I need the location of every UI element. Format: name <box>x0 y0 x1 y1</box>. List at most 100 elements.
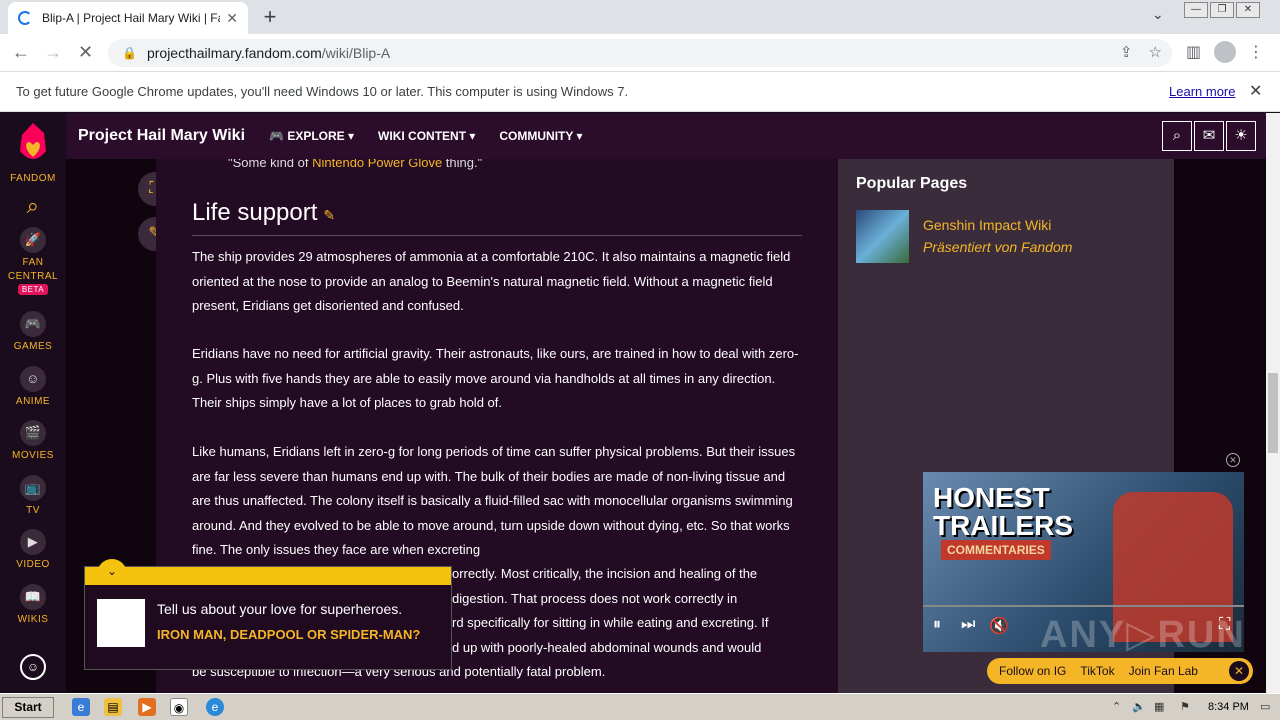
tray-expand-icon[interactable]: ⌃ <box>1112 700 1121 713</box>
tiktok-link[interactable]: TikTok <box>1080 664 1114 678</box>
share-icon[interactable]: ⇪ <box>1120 43 1133 61</box>
mute-icon[interactable]: 🔇 <box>989 616 1009 636</box>
watermark: ANY▷RUN <box>1040 614 1246 656</box>
menu-kebab-icon[interactable]: ⋮ <box>1248 42 1264 62</box>
new-tab-icon[interactable]: + <box>258 4 282 30</box>
explorer-icon[interactable]: ▤ <box>104 698 122 716</box>
video-close-icon[interactable]: ✕ <box>1226 453 1240 467</box>
clapper-icon: 🎬 <box>20 420 46 446</box>
beta-badge: BETA <box>17 284 49 295</box>
quiz-answer[interactable]: IRON MAN, DEADPOOL OR SPIDER-MAN? <box>157 627 437 643</box>
next-icon[interactable]: ⏭ <box>961 616 975 634</box>
address-bar-row: ← → ✕ 🔒 projecthailmary.fandom.com/wiki/… <box>0 34 1280 72</box>
popular-page-link[interactable]: Genshin Impact Wiki <box>923 217 1051 233</box>
wiki-name[interactable]: Project Hail Mary Wiki <box>78 127 245 145</box>
discussions-icon[interactable]: ✉ <box>1194 121 1224 151</box>
paragraph-3-line-c: digestion. That process does not work co… <box>452 591 738 606</box>
nav-tv[interactable]: 📺 TV <box>0 475 66 516</box>
explore-label: EXPLORE <box>287 129 345 143</box>
user-account-icon[interactable]: ☺ <box>20 654 46 680</box>
theme-toggle-icon[interactable]: ☀ <box>1226 121 1256 151</box>
back-icon[interactable]: ← <box>12 42 30 63</box>
forward-icon[interactable]: → <box>44 42 62 63</box>
paragraph-1: The ship provides 29 atmospheres of ammo… <box>192 249 791 313</box>
quote-link[interactable]: Nintendo Power Glove <box>312 159 442 170</box>
scrollbar-thumb[interactable] <box>1268 373 1278 453</box>
popular-page-thumbnail[interactable] <box>856 210 909 263</box>
community-label: COMMUNITY <box>499 129 574 143</box>
window-close-icon[interactable]: ✕ <box>1236 2 1260 18</box>
tab-close-icon[interactable]: ✕ <box>226 10 238 27</box>
url-text: projecthailmary.fandom.com/wiki/Blip-A <box>147 45 390 61</box>
omnibox[interactable]: 🔒 projecthailmary.fandom.com/wiki/Blip-A… <box>108 39 1172 67</box>
paragraph-3-line-b: orrectly. Most critically, the incision … <box>452 566 758 581</box>
bookmark-star-icon[interactable]: ☆ <box>1149 43 1162 61</box>
fandom-logo-icon[interactable] <box>14 121 52 167</box>
profile-avatar[interactable] <box>1214 41 1236 63</box>
fandom-label[interactable]: FANDOM <box>0 173 66 184</box>
rocket-icon: 🚀 <box>20 227 46 253</box>
search-icon[interactable]: ⌕ <box>0 193 66 219</box>
start-button[interactable]: Start <box>2 697 54 718</box>
media-player-icon[interactable]: ▶ <box>138 698 156 716</box>
heading-text: Life support <box>192 199 318 226</box>
wiki-header: Project Hail Mary Wiki 🎮 EXPLORE ▾ WIKI … <box>66 113 1266 159</box>
play-icon: ▶ <box>20 529 46 555</box>
games-label: GAMES <box>13 341 53 352</box>
tab-title: Blip-A | Project Hail Mary Wiki | Fandom <box>42 11 220 25</box>
video-title: HONEST TRAILERS <box>933 484 1073 540</box>
quote-end: thing." <box>442 159 483 170</box>
wikis-label: WIKIS <box>17 614 49 625</box>
anime-label: ANIME <box>15 396 51 407</box>
nav-video[interactable]: ▶ VIDEO <box>0 529 66 570</box>
learn-more-link[interactable]: Learn more <box>1169 84 1235 99</box>
nav-anime[interactable]: ☺ ANIME <box>0 366 66 407</box>
stop-loading-icon[interactable]: ✕ <box>78 42 93 63</box>
nav-games[interactable]: 🎮 GAMES <box>0 311 66 352</box>
quiz-question: Tell us about your love for superheroes. <box>157 601 403 617</box>
infobar-close-icon[interactable]: ✕ <box>1249 81 1262 101</box>
network-icon[interactable]: ▦ <box>1154 700 1164 713</box>
wiki-content-menu[interactable]: WIKI CONTENT ▾ <box>378 129 475 143</box>
edge-icon[interactable]: e <box>206 698 224 716</box>
tv-icon: 📺 <box>20 475 46 501</box>
chrome-icon[interactable]: ◉ <box>170 698 188 716</box>
quiz-image <box>97 599 145 647</box>
nav-movies[interactable]: 🎬 MOVIES <box>0 420 66 461</box>
nav-fan-central[interactable]: 🚀 FAN CENTRAL BETA <box>0 227 66 295</box>
video-progress-bar[interactable] <box>923 605 1244 607</box>
quote-start: "Some kind of <box>228 159 313 170</box>
video-label: VIDEO <box>16 559 50 570</box>
paragraph-3-line-d: rd specifically for sitting in while eat… <box>452 615 769 630</box>
show-desktop-icon[interactable]: ▭ <box>1260 700 1270 713</box>
browser-tab[interactable]: Blip-A | Project Hail Mary Wiki | Fandom… <box>8 2 248 34</box>
quiz-header <box>85 567 451 585</box>
flag-icon[interactable]: ⚑ <box>1180 700 1190 713</box>
community-menu[interactable]: COMMUNITY ▾ <box>499 129 582 143</box>
volume-icon[interactable]: 🔈 <box>1132 700 1146 713</box>
explore-menu[interactable]: 🎮 EXPLORE ▾ <box>269 129 354 143</box>
edit-section-icon[interactable]: ✎ <box>323 207 335 223</box>
pause-icon[interactable]: ⏸ <box>933 616 941 634</box>
side-panel-icon[interactable]: ▥ <box>1186 42 1201 62</box>
restore-icon[interactable]: ❐ <box>1210 2 1234 18</box>
minimize-icon[interactable]: — <box>1184 2 1208 18</box>
quote: "Some kind of Nintendo Power Glove thing… <box>228 159 482 170</box>
nav-wikis[interactable]: 📖 WIKIS <box>0 584 66 625</box>
social-bar: Follow on IG TikTok Join Fan Lab ✕ <box>987 658 1253 684</box>
tab-strip: Blip-A | Project Hail Mary Wiki | Fandom… <box>0 0 1280 34</box>
central-label: CENTRAL <box>7 271 59 282</box>
lock-icon[interactable]: 🔒 <box>122 46 137 60</box>
video-commentaries: COMMENTARIES <box>941 540 1051 560</box>
popular-pages-title: Popular Pages <box>856 175 968 192</box>
infobar-message: To get future Google Chrome updates, you… <box>16 84 629 99</box>
fan-lab-link[interactable]: Join Fan Lab <box>1129 664 1198 678</box>
page-scrollbar[interactable] <box>1266 113 1280 693</box>
header-search-icon[interactable]: ⌕ <box>1162 121 1192 151</box>
follow-ig-link[interactable]: Follow on IG <box>999 664 1066 678</box>
social-close-icon[interactable]: ✕ <box>1229 661 1249 681</box>
ie-icon[interactable]: e <box>72 698 90 716</box>
url-domain: projecthailmary.fandom.com <box>146 45 322 61</box>
tab-search-chevron-icon[interactable]: ⌄ <box>1152 6 1164 23</box>
collapse-chevron-icon[interactable]: ⌄ <box>97 559 127 581</box>
